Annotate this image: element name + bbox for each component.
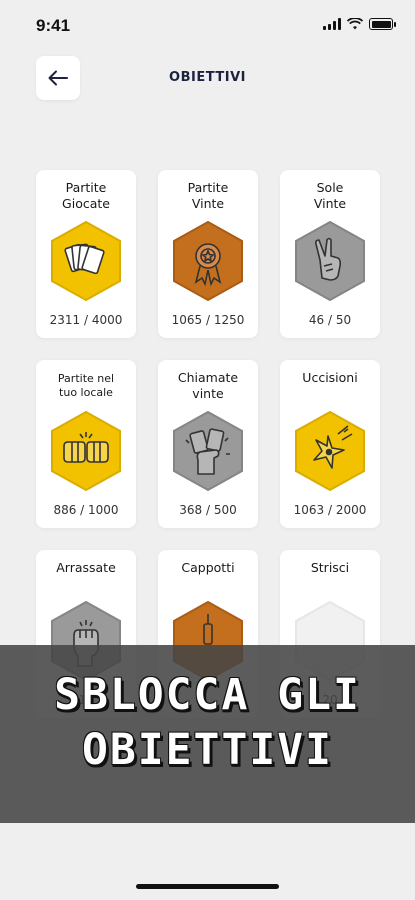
achievement-card-uccisioni[interactable]: Uccisioni 1063 / 2000 [280, 360, 380, 528]
achievement-card-partite-vinte[interactable]: Partite Vinte 1065 / 1250 [158, 170, 258, 338]
wifi-icon [347, 18, 363, 30]
achievement-title: Partite Vinte [187, 180, 229, 211]
status-time: 9:41 [36, 16, 71, 35]
shuriken-icon [295, 410, 365, 492]
hand-cards-icon [173, 410, 243, 492]
achievement-title: Sole Vinte [313, 180, 347, 211]
promo-text: SBLOCCA GLI OBIETTIVI [0, 668, 415, 778]
achievement-card-partite-nel-tuo-locale[interactable]: Partite nel tuo locale 886 / 1000 [36, 360, 136, 528]
achievement-progress: 1065 / 1250 [171, 313, 245, 327]
medal-icon [173, 220, 243, 302]
page-title: OBIETTIVI [169, 70, 246, 85]
achievement-card-sole-vinte[interactable]: Sole Vinte 46 / 50 [280, 170, 380, 338]
achievement-progress: 886 / 1000 [53, 503, 119, 517]
cellular-signal-icon [323, 18, 341, 30]
achievement-card-partite-giocate[interactable]: Partite Giocate 2311 / 4000 [36, 170, 136, 338]
fist-bump-icon [51, 410, 121, 492]
achievement-progress: 1063 / 2000 [293, 503, 367, 517]
achievement-progress: 46 / 50 [308, 313, 352, 327]
status-bar: 9:41 [0, 0, 415, 50]
cards-icon [51, 220, 121, 302]
achievement-title: Partite nel tuo locale [57, 372, 115, 399]
achievement-title: Chiamate vinte [177, 370, 239, 401]
promo-line-1: SBLOCCA GLI [54, 670, 361, 720]
achievement-title: Cappotti [181, 560, 235, 575]
victory-hand-icon [295, 220, 365, 302]
achievement-card-chiamate-vinte[interactable]: Chiamate vinte 368 / 500 [158, 360, 258, 528]
home-indicator[interactable] [136, 884, 279, 889]
achievement-title: Strisci [310, 560, 350, 575]
achievement-title: Uccisioni [302, 370, 358, 385]
achievement-progress: 2311 / 4000 [49, 313, 123, 327]
achievement-progress: 368 / 500 [179, 503, 237, 517]
achievement-title: Partite Giocate [62, 180, 110, 211]
battery-icon [369, 18, 396, 30]
promo-line-2: OBIETTIVI [82, 725, 333, 775]
achievement-title: Arrassate [56, 560, 116, 575]
status-icons [323, 18, 396, 30]
